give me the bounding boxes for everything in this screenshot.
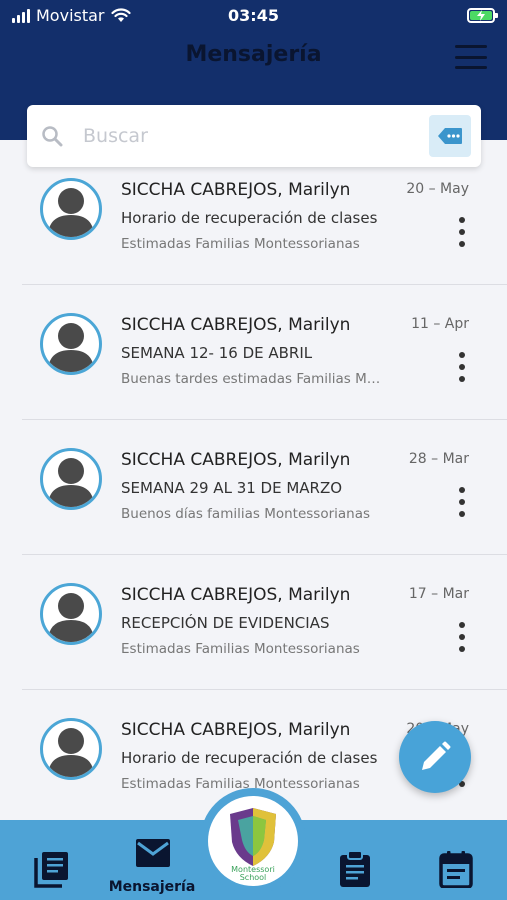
tag-icon bbox=[438, 128, 462, 144]
message-date: 11 – Apr bbox=[411, 316, 469, 332]
person-icon bbox=[48, 188, 94, 237]
message-subject: Horario de recuperación de clases bbox=[121, 749, 378, 767]
message-row[interactable]: SICCHA CABREJOS, Marilyn Horario de recu… bbox=[0, 150, 507, 285]
status-bar: Movistar 03:45 bbox=[0, 0, 507, 32]
envelope-icon bbox=[136, 839, 170, 867]
tab-book[interactable] bbox=[20, 820, 84, 900]
avatar bbox=[40, 313, 102, 375]
message-subject: Horario de recuperación de clases bbox=[121, 209, 378, 227]
school-logo: Montessori School bbox=[208, 796, 298, 886]
avatar bbox=[40, 178, 102, 240]
hamburger-menu-button[interactable] bbox=[455, 45, 487, 69]
person-icon bbox=[48, 458, 94, 507]
tab-label: Mensajería bbox=[108, 879, 196, 895]
message-date: 17 – Mar bbox=[408, 586, 469, 602]
message-date: 28 – Mar bbox=[408, 451, 469, 467]
book-icon bbox=[34, 852, 68, 888]
clipboard-icon bbox=[340, 850, 370, 887]
sender-name: SICCHA CABREJOS, Marilyn bbox=[121, 315, 351, 335]
person-icon bbox=[48, 323, 94, 372]
compose-button[interactable] bbox=[399, 721, 471, 793]
message-row[interactable]: SICCHA CABREJOS, Marilyn SEMANA 12- 16 D… bbox=[0, 285, 507, 420]
sender-name: SICCHA CABREJOS, Marilyn bbox=[121, 585, 351, 605]
page-title: Mensajería bbox=[185, 42, 322, 67]
avatar bbox=[40, 583, 102, 645]
message-subject: SEMANA 29 AL 31 DE MARZO bbox=[121, 479, 343, 497]
message-list: SICCHA CABREJOS, Marilyn Horario de recu… bbox=[0, 150, 507, 820]
message-preview: Estimadas Familias Montessorianas bbox=[121, 641, 360, 657]
avatar bbox=[40, 448, 102, 510]
clock: 03:45 bbox=[228, 6, 279, 25]
more-options-icon[interactable] bbox=[452, 217, 472, 247]
more-options-icon[interactable] bbox=[452, 352, 472, 382]
pencil-icon bbox=[422, 741, 451, 770]
search-input[interactable] bbox=[83, 119, 413, 153]
search-bar bbox=[27, 105, 481, 167]
tab-calendar[interactable] bbox=[425, 820, 487, 900]
sender-name: SICCHA CABREJOS, Marilyn bbox=[121, 450, 351, 470]
more-options-icon[interactable] bbox=[452, 622, 472, 652]
tab-mensajeria[interactable]: Mensajería bbox=[100, 820, 204, 900]
message-preview: Buenas tardes estimadas Familias Montess… bbox=[121, 371, 383, 387]
school-logo-button[interactable]: Montessori School bbox=[200, 788, 306, 894]
message-preview: Estimadas Familias Montessorianas bbox=[121, 236, 360, 252]
message-row[interactable]: SICCHA CABREJOS, Marilyn RECEPCIÓN DE EV… bbox=[0, 555, 507, 690]
message-subject: RECEPCIÓN DE EVIDENCIAS bbox=[121, 614, 330, 632]
calendar-icon bbox=[439, 851, 473, 888]
avatar bbox=[40, 718, 102, 780]
message-subject: SEMANA 12- 16 DE ABRIL bbox=[121, 344, 313, 362]
message-row[interactable]: SICCHA CABREJOS, Marilyn SEMANA 29 AL 31… bbox=[0, 420, 507, 555]
sender-name: SICCHA CABREJOS, Marilyn bbox=[121, 720, 351, 740]
message-date: 20 – May bbox=[406, 181, 469, 197]
message-preview: Buenos días familias Montessorianas bbox=[121, 506, 371, 522]
person-icon bbox=[48, 728, 94, 777]
svg-text:School: School bbox=[240, 873, 267, 882]
battery-icon bbox=[467, 8, 498, 23]
filter-button[interactable] bbox=[429, 115, 471, 157]
search-icon bbox=[42, 126, 63, 147]
tab-clipboard[interactable] bbox=[325, 820, 385, 900]
person-icon bbox=[48, 593, 94, 642]
more-options-icon[interactable] bbox=[452, 487, 472, 517]
sender-name: SICCHA CABREJOS, Marilyn bbox=[121, 180, 351, 200]
